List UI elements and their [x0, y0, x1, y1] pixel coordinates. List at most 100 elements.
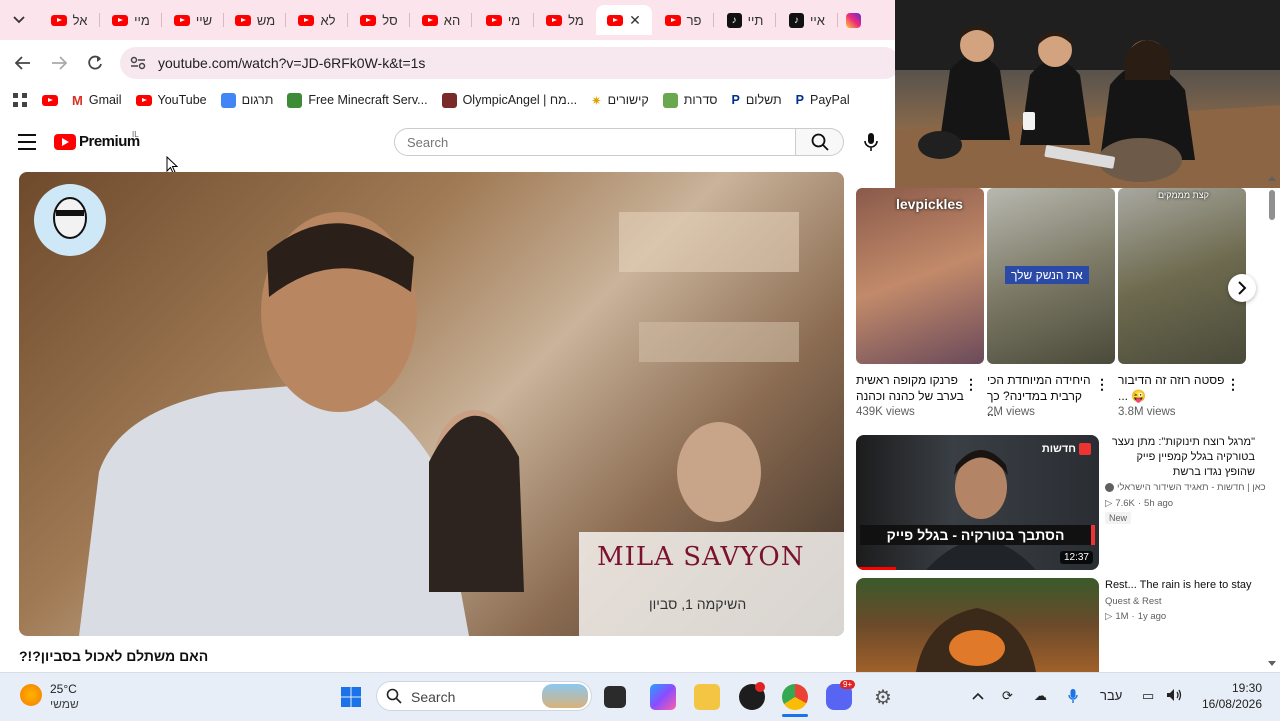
youtube-icon — [421, 14, 438, 26]
clock-time[interactable]: 19:30 — [1218, 681, 1262, 695]
browser-tab[interactable]: אל — [38, 5, 100, 35]
short-thumbnail[interactable]: levpickles — [856, 188, 984, 364]
short-views: 2M views — [987, 406, 1035, 418]
back-arrow-icon[interactable] — [11, 52, 35, 74]
scroll-down-icon[interactable] — [1268, 661, 1276, 666]
chrome-icon[interactable] — [782, 684, 808, 710]
file-explorer-icon[interactable] — [694, 684, 720, 710]
video-thumbnail[interactable]: חדשות הסתבך בטורקיה - בגלל פייק 12:37 — [856, 435, 1099, 570]
weather-condition[interactable]: שמשי — [50, 697, 79, 711]
scrollbar-thumb[interactable] — [1269, 190, 1275, 220]
browser-tab[interactable]: מש — [224, 5, 286, 35]
short-thumbnail[interactable]: קצת מממקים — [1118, 188, 1246, 364]
channel-name[interactable]: כאן | חדשות - תאגיד השידור הישראלי — [1105, 482, 1266, 493]
search-button[interactable] — [796, 128, 844, 156]
bookmark-item[interactable] — [42, 94, 58, 106]
page-scrollbar[interactable] — [1266, 172, 1278, 672]
search-icon — [811, 133, 829, 151]
cloud-offline-icon[interactable]: ☁ — [1034, 688, 1047, 704]
instagram-icon — [845, 12, 861, 28]
apps-grid-icon[interactable] — [12, 92, 28, 108]
sync-icon[interactable]: ⟳ — [1002, 688, 1013, 704]
browser-tab[interactable]: מיי — [100, 5, 162, 35]
search-input[interactable] — [394, 128, 796, 156]
video-duration: 12:37 — [1059, 551, 1093, 564]
youtube-premium-logo[interactable]: Premium — [54, 133, 140, 150]
forward-arrow-icon[interactable] — [47, 52, 71, 74]
browser-tab[interactable] — [838, 5, 868, 35]
volume-icon[interactable] — [1166, 688, 1182, 705]
url-text[interactable]: youtube.com/watch?v=JD-6RFk0W-k&t=1s — [158, 55, 425, 71]
youtube-icon — [135, 94, 152, 106]
weather-temperature[interactable]: 25°C — [50, 682, 77, 696]
tiktok-icon: ♪ — [789, 12, 805, 28]
copilot-icon[interactable] — [650, 684, 676, 710]
short-title[interactable]: פרנקו מקופה ראשית בערב של כהנה וכהנה — [856, 372, 964, 404]
browser-tab[interactable]: שיי — [162, 5, 224, 35]
notification-badge: 9+ — [840, 680, 856, 689]
search-highlight-image — [542, 684, 588, 708]
video-title: האם משתלם לאכול בסביון?!? — [19, 648, 209, 664]
restaurant-address: השיקמה 1, סביון — [649, 596, 747, 612]
bookmark-item[interactable]: Free Minecraft Serv... — [287, 92, 428, 108]
video-thumbnail[interactable] — [856, 578, 1099, 672]
browser-tab[interactable]: סל — [348, 5, 410, 35]
bookmark-item[interactable]: P PayPal — [796, 93, 850, 107]
windows-start-icon[interactable] — [338, 684, 364, 710]
short-views: 439K views — [856, 406, 915, 418]
short-thumbnail[interactable]: את הנשק שלך — [987, 188, 1115, 364]
bookmark-item[interactable]: ✷ קישורים — [591, 93, 649, 108]
video-title[interactable]: Rest... The rain is here to stay — [1105, 578, 1255, 593]
short-title[interactable]: פסטה רוזה זה הדיבור 😜 ... — [1118, 372, 1226, 404]
youtube-icon — [298, 14, 315, 26]
browser-tab[interactable]: ♪ תיי — [714, 5, 776, 35]
more-options-icon[interactable]: ⋮ — [964, 376, 978, 393]
browser-tab[interactable]: מל — [534, 5, 596, 35]
reload-icon[interactable] — [83, 52, 107, 74]
short-views: 3.8M views — [1118, 406, 1176, 418]
bookmark-item[interactable]: סדרות — [662, 92, 717, 108]
bookmark-item[interactable]: P תשלום — [731, 93, 781, 107]
microphone-icon[interactable] — [1068, 688, 1078, 707]
short-overlay-text: קצת מממקים — [1158, 190, 1209, 200]
show-hidden-icons-chevron-icon[interactable] — [972, 688, 984, 703]
youtube-icon — [54, 133, 76, 150]
settings-gear-icon[interactable]: ⚙ — [870, 684, 896, 710]
verified-icon — [1105, 483, 1114, 492]
video-player[interactable]: MILA SAVYON השיקמה 1, סביון — [19, 172, 844, 636]
clock-date[interactable]: 16/08/2026 — [1196, 697, 1262, 711]
browser-tab[interactable]: ♪ איי — [776, 5, 838, 35]
menu-icon[interactable] — [18, 134, 36, 150]
tab-search-chevron-icon[interactable] — [8, 10, 30, 30]
weather-sun-icon[interactable] — [20, 684, 42, 706]
close-tab-icon[interactable]: ✕ — [629, 12, 641, 29]
bookmark-item[interactable]: YouTube — [135, 93, 207, 107]
play-icon: ▷ — [1105, 498, 1113, 509]
play-icon: ▷ — [1105, 611, 1113, 622]
news-logo-icon — [1079, 443, 1091, 455]
input-language[interactable]: עבר — [1100, 688, 1122, 703]
bookmark-item[interactable]: M Gmail — [72, 93, 122, 108]
scroll-up-icon[interactable] — [1268, 176, 1276, 181]
browser-tab[interactable]: הא — [410, 5, 472, 35]
video-title[interactable]: "מרגל רוצח תינוקות": מתן נעצר בטורקיה בג… — [1105, 435, 1255, 480]
browser-tab-active[interactable]: ✕ — [596, 5, 652, 35]
channel-name[interactable]: Quest & Rest — [1105, 596, 1162, 607]
browser-tab[interactable]: פר — [652, 5, 714, 35]
more-options-icon[interactable]: ⋮ — [1095, 376, 1109, 393]
site-info-icon[interactable] — [128, 53, 148, 73]
task-view-icon[interactable] — [604, 686, 626, 708]
bookmark-item[interactable]: תרגום — [220, 92, 273, 108]
network-icon[interactable]: ▭ — [1142, 688, 1154, 704]
youtube-icon — [485, 14, 502, 26]
microphone-icon[interactable] — [862, 132, 880, 152]
watch-progress-bar — [856, 567, 896, 570]
bookmark-item[interactable]: OlympicAngel | מח... — [441, 92, 577, 108]
short-overlay-text: levpickles — [896, 196, 963, 212]
more-options-icon[interactable]: ⋮ — [1226, 376, 1240, 393]
video-stats: ▷ 7.6K · 5h ago — [1105, 498, 1174, 509]
browser-tab[interactable]: לא — [286, 5, 348, 35]
thumbnail-art — [926, 450, 1036, 570]
browser-tab[interactable]: מי — [472, 5, 534, 35]
chevron-right-icon[interactable] — [1228, 274, 1256, 302]
